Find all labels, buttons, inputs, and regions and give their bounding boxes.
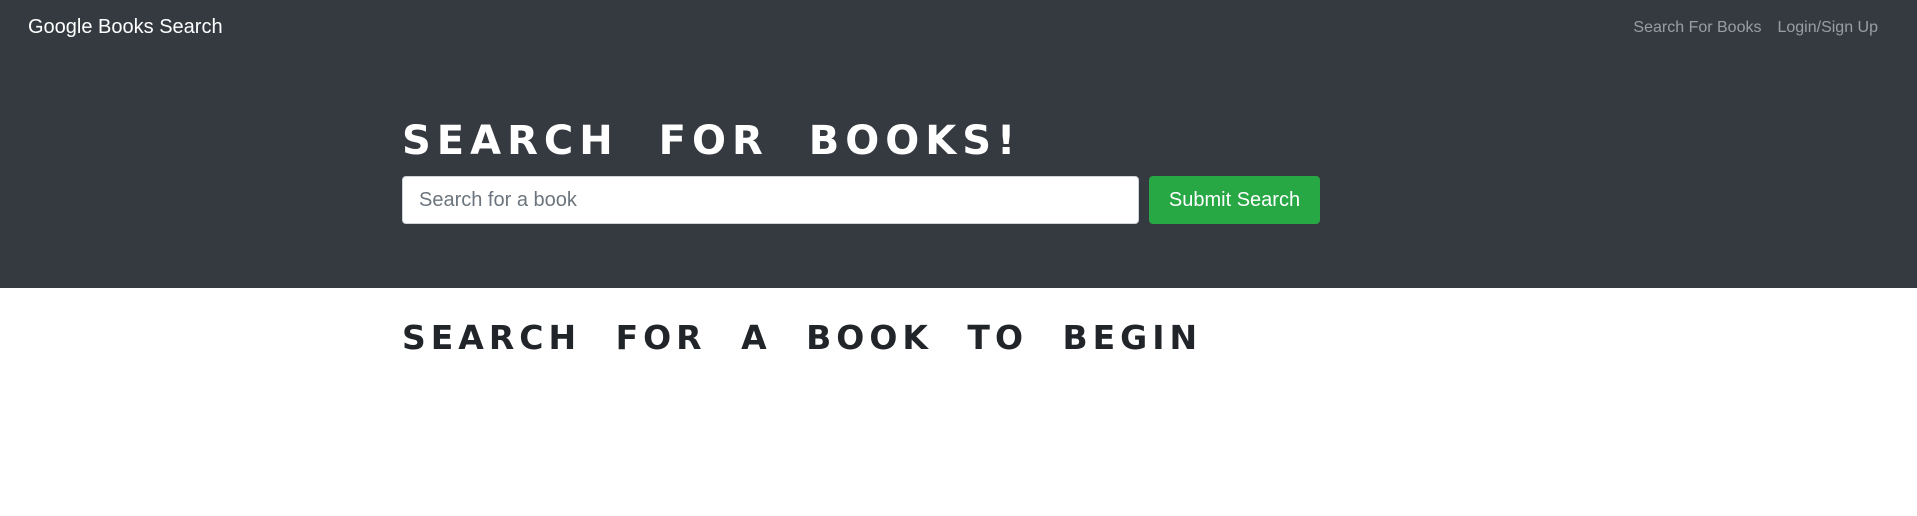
nav-link-login-signup[interactable]: Login/Sign Up [1777, 17, 1878, 38]
nav-link-search-for-books[interactable]: Search For Books [1633, 17, 1761, 38]
nav-links: Search For Books Login/Sign Up [1633, 17, 1878, 38]
submit-search-button[interactable]: Submit Search [1149, 176, 1320, 224]
search-input[interactable] [402, 176, 1139, 224]
navbar: Google Books Search Search For Books Log… [0, 0, 1917, 56]
results-heading: SEARCH FOR A BOOK TO BEGIN [402, 318, 1203, 357]
page-title: SEARCH FOR BOOKS! [402, 118, 1022, 164]
search-hero: SEARCH FOR BOOKS! Submit Search [0, 56, 1917, 288]
navbar-brand[interactable]: Google Books Search [28, 15, 223, 39]
